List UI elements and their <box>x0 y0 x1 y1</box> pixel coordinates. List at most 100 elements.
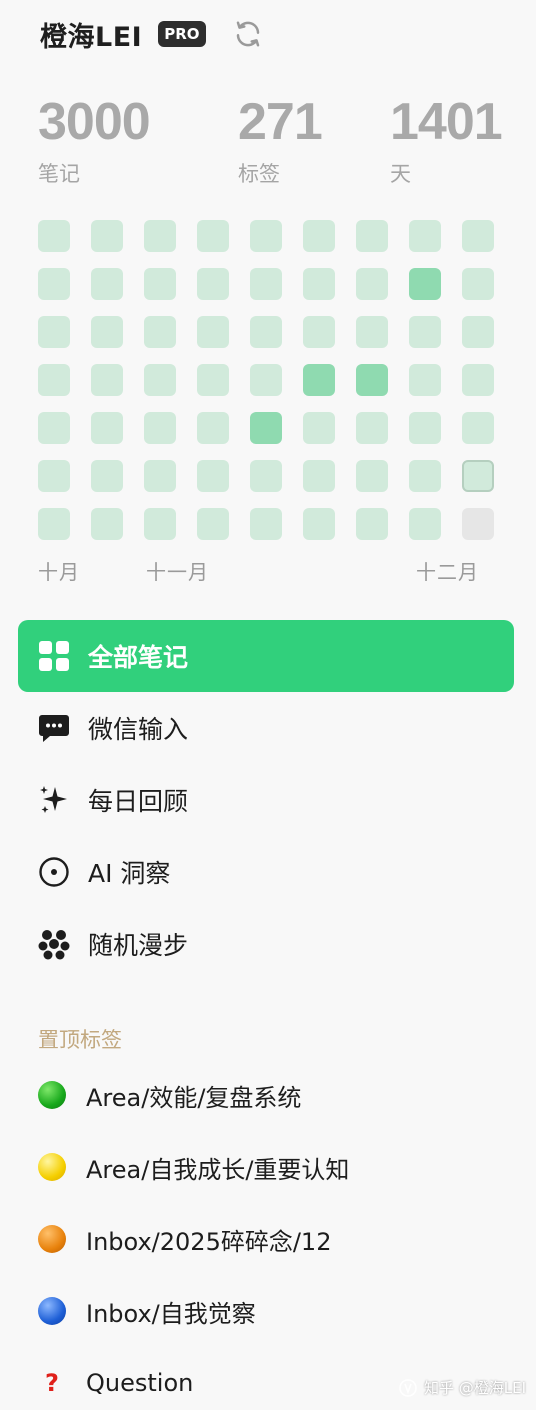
pinned-tag-label: Area/效能/复盘系统 <box>86 1083 302 1112</box>
watermark-text: 知乎 @橙海LEI <box>423 1379 526 1397</box>
heatmap-cell-empty[interactable] <box>197 316 229 348</box>
heatmap-cell-empty[interactable] <box>38 220 70 252</box>
heatmap-cell-active[interactable] <box>303 364 335 396</box>
chat-bubble-icon <box>38 712 70 744</box>
month-label-oct: 十月 <box>38 560 80 584</box>
heatmap-cell-empty[interactable] <box>303 508 335 540</box>
heatmap-cell-empty[interactable] <box>91 364 123 396</box>
heatmap-cell-empty[interactable] <box>356 508 388 540</box>
heatmap-cell-empty[interactable] <box>462 220 494 252</box>
nav-ai-insight[interactable]: AI 洞察 <box>18 836 514 908</box>
heatmap-cell-empty[interactable] <box>409 220 441 252</box>
heatmap-cell-empty[interactable] <box>91 220 123 252</box>
heatmap-cell-empty[interactable] <box>144 460 176 492</box>
heatmap-cell-empty[interactable] <box>197 412 229 444</box>
heatmap-cell-empty[interactable] <box>356 412 388 444</box>
blue-circle-icon <box>38 1297 66 1325</box>
stat-notes-label: 笔记 <box>38 162 80 186</box>
sparkle-icon <box>38 784 70 816</box>
heatmap-cell-empty[interactable] <box>38 460 70 492</box>
heatmap-cell-empty[interactable] <box>303 460 335 492</box>
heatmap-cell-empty[interactable] <box>91 316 123 348</box>
heatmap-cell-empty[interactable] <box>462 268 494 300</box>
heatmap-cell-empty[interactable] <box>91 268 123 300</box>
heatmap-cell-empty[interactable] <box>356 460 388 492</box>
pinned-tag-item[interactable]: Inbox/自我觉察 <box>38 1287 256 1335</box>
month-label-nov: 十一月 <box>146 560 209 584</box>
grid-icon <box>38 640 70 672</box>
heatmap-cell-empty[interactable] <box>38 268 70 300</box>
heatmap-cell-empty[interactable] <box>197 460 229 492</box>
heatmap-cell-empty[interactable] <box>303 220 335 252</box>
heatmap-cell-active[interactable] <box>409 268 441 300</box>
heatmap-cell-empty[interactable] <box>38 364 70 396</box>
pinned-tag-item[interactable]: Area/自我成长/重要认知 <box>38 1143 349 1191</box>
heatmap-cell-empty[interactable] <box>144 508 176 540</box>
heatmap-cell-empty[interactable] <box>462 316 494 348</box>
heatmap-cell-empty[interactable] <box>303 268 335 300</box>
nav-daily-review[interactable]: 每日回顾 <box>18 764 514 836</box>
heatmap-cell-empty[interactable] <box>462 364 494 396</box>
nav-wechat-input-label: 微信输入 <box>88 715 189 744</box>
heatmap-cell-active[interactable] <box>250 412 282 444</box>
heatmap-cell-empty[interactable] <box>250 316 282 348</box>
sync-icon[interactable] <box>232 18 264 50</box>
stat-tags-value: 271 <box>238 93 323 151</box>
heatmap-cell-empty[interactable] <box>303 412 335 444</box>
pinned-tag-item[interactable]: Area/效能/复盘系统 <box>38 1071 301 1119</box>
heatmap-cell-empty[interactable] <box>409 412 441 444</box>
heatmap-cell-empty[interactable] <box>144 364 176 396</box>
heatmap-cell-empty[interactable] <box>356 316 388 348</box>
stat-days-value: 1401 <box>390 93 503 151</box>
heatmap-cell-empty[interactable] <box>250 268 282 300</box>
heatmap-cell-empty[interactable] <box>38 316 70 348</box>
heatmap-cell-empty[interactable] <box>303 316 335 348</box>
heatmap-cell-active[interactable] <box>356 364 388 396</box>
heatmap-cell-empty[interactable] <box>409 508 441 540</box>
nav-all-notes-label: 全部笔记 <box>88 643 189 672</box>
heatmap-cell-empty[interactable] <box>356 268 388 300</box>
header: 橙海LEI PRO <box>40 12 264 56</box>
target-icon <box>38 856 70 888</box>
heatmap-cell-empty[interactable] <box>197 364 229 396</box>
heatmap-cell-empty[interactable] <box>91 508 123 540</box>
heatmap-cell-empty[interactable] <box>250 364 282 396</box>
heatmap-cell-empty[interactable] <box>197 220 229 252</box>
heatmap-cell-empty[interactable] <box>197 508 229 540</box>
heatmap-cell-empty[interactable] <box>250 508 282 540</box>
pinned-tag-item[interactable]: ? Question <box>38 1359 193 1407</box>
heatmap-cell-empty[interactable] <box>409 364 441 396</box>
heatmap-cell-empty[interactable] <box>38 412 70 444</box>
heatmap-cell-empty[interactable] <box>91 412 123 444</box>
heatmap-cell-today[interactable] <box>462 460 494 492</box>
heatmap-cell-empty[interactable] <box>144 316 176 348</box>
month-label-dec: 十二月 <box>416 560 479 584</box>
nav-ai-insight-label: AI 洞察 <box>88 859 171 888</box>
heatmap-cell-empty[interactable] <box>250 220 282 252</box>
nav-all-notes[interactable]: 全部笔记 <box>18 620 514 692</box>
heatmap-cell-empty[interactable] <box>409 460 441 492</box>
heatmap-cell-empty[interactable] <box>144 412 176 444</box>
heatmap-cell-empty[interactable] <box>38 508 70 540</box>
watermark: 知乎 @橙海LEI <box>398 1377 526 1398</box>
heatmap-cell-empty[interactable] <box>91 460 123 492</box>
heatmap-cell-empty[interactable] <box>197 268 229 300</box>
orange-circle-icon <box>38 1225 66 1253</box>
stat-tags-label: 标签 <box>238 162 280 186</box>
heatmap-cell-empty[interactable] <box>144 268 176 300</box>
heatmap-cell-empty[interactable] <box>462 412 494 444</box>
nav-random-walk-label: 随机漫步 <box>88 931 189 960</box>
green-circle-icon <box>38 1081 66 1109</box>
heatmap-cell-empty[interactable] <box>356 220 388 252</box>
username[interactable]: 橙海LEI <box>40 15 142 54</box>
stat-days[interactable]: 1401 天 <box>390 90 503 188</box>
heatmap-cell-empty[interactable] <box>250 460 282 492</box>
heatmap-cell-empty[interactable] <box>409 316 441 348</box>
zhihu-logo-icon <box>399 1378 417 1397</box>
stat-notes[interactable]: 3000 笔记 <box>38 90 151 188</box>
nav-random-walk[interactable]: 随机漫步 <box>18 908 514 980</box>
pinned-tag-item[interactable]: Inbox/2025碎碎念/12 <box>38 1215 331 1263</box>
stat-tags[interactable]: 271 标签 <box>238 90 323 188</box>
heatmap-cell-empty[interactable] <box>144 220 176 252</box>
nav-wechat-input[interactable]: 微信输入 <box>18 692 514 764</box>
